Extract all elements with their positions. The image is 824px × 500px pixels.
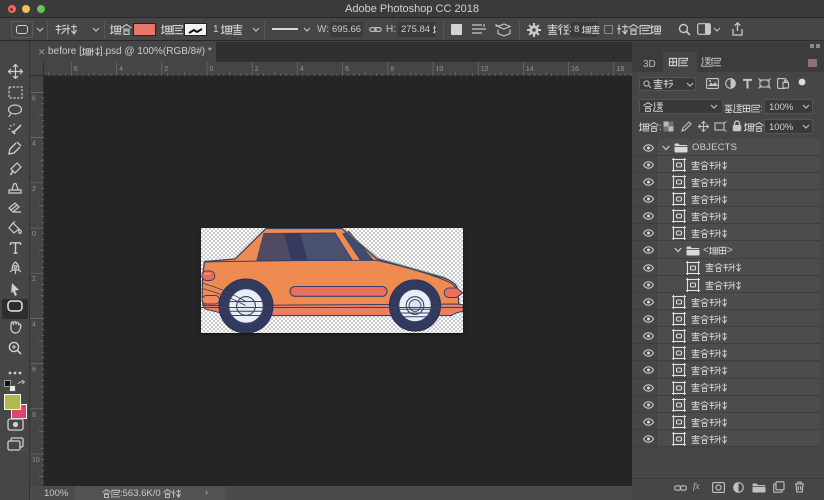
svg-text:4: 4 [300,66,304,73]
svg-text:4: 4 [32,321,36,328]
svg-text:2: 2 [32,276,36,283]
svg-text:10: 10 [436,66,444,73]
svg-text:16: 16 [571,66,579,73]
svg-text:0: 0 [32,231,36,238]
svg-text:12: 12 [481,66,489,73]
svg-text:2: 2 [32,186,36,193]
svg-text:6: 6 [32,95,36,102]
svg-text:4: 4 [32,141,36,148]
svg-text:8: 8 [32,412,36,419]
svg-text:6: 6 [32,367,36,374]
svg-text:0: 0 [210,66,214,73]
svg-text:4: 4 [119,66,123,73]
svg-text:6: 6 [74,66,78,73]
svg-text:10: 10 [32,457,40,464]
svg-text:2: 2 [164,66,168,73]
svg-text:2: 2 [255,66,259,73]
svg-text:18: 18 [616,66,624,73]
svg-text:14: 14 [526,66,534,73]
svg-text:8: 8 [390,66,394,73]
svg-text:6: 6 [345,66,349,73]
